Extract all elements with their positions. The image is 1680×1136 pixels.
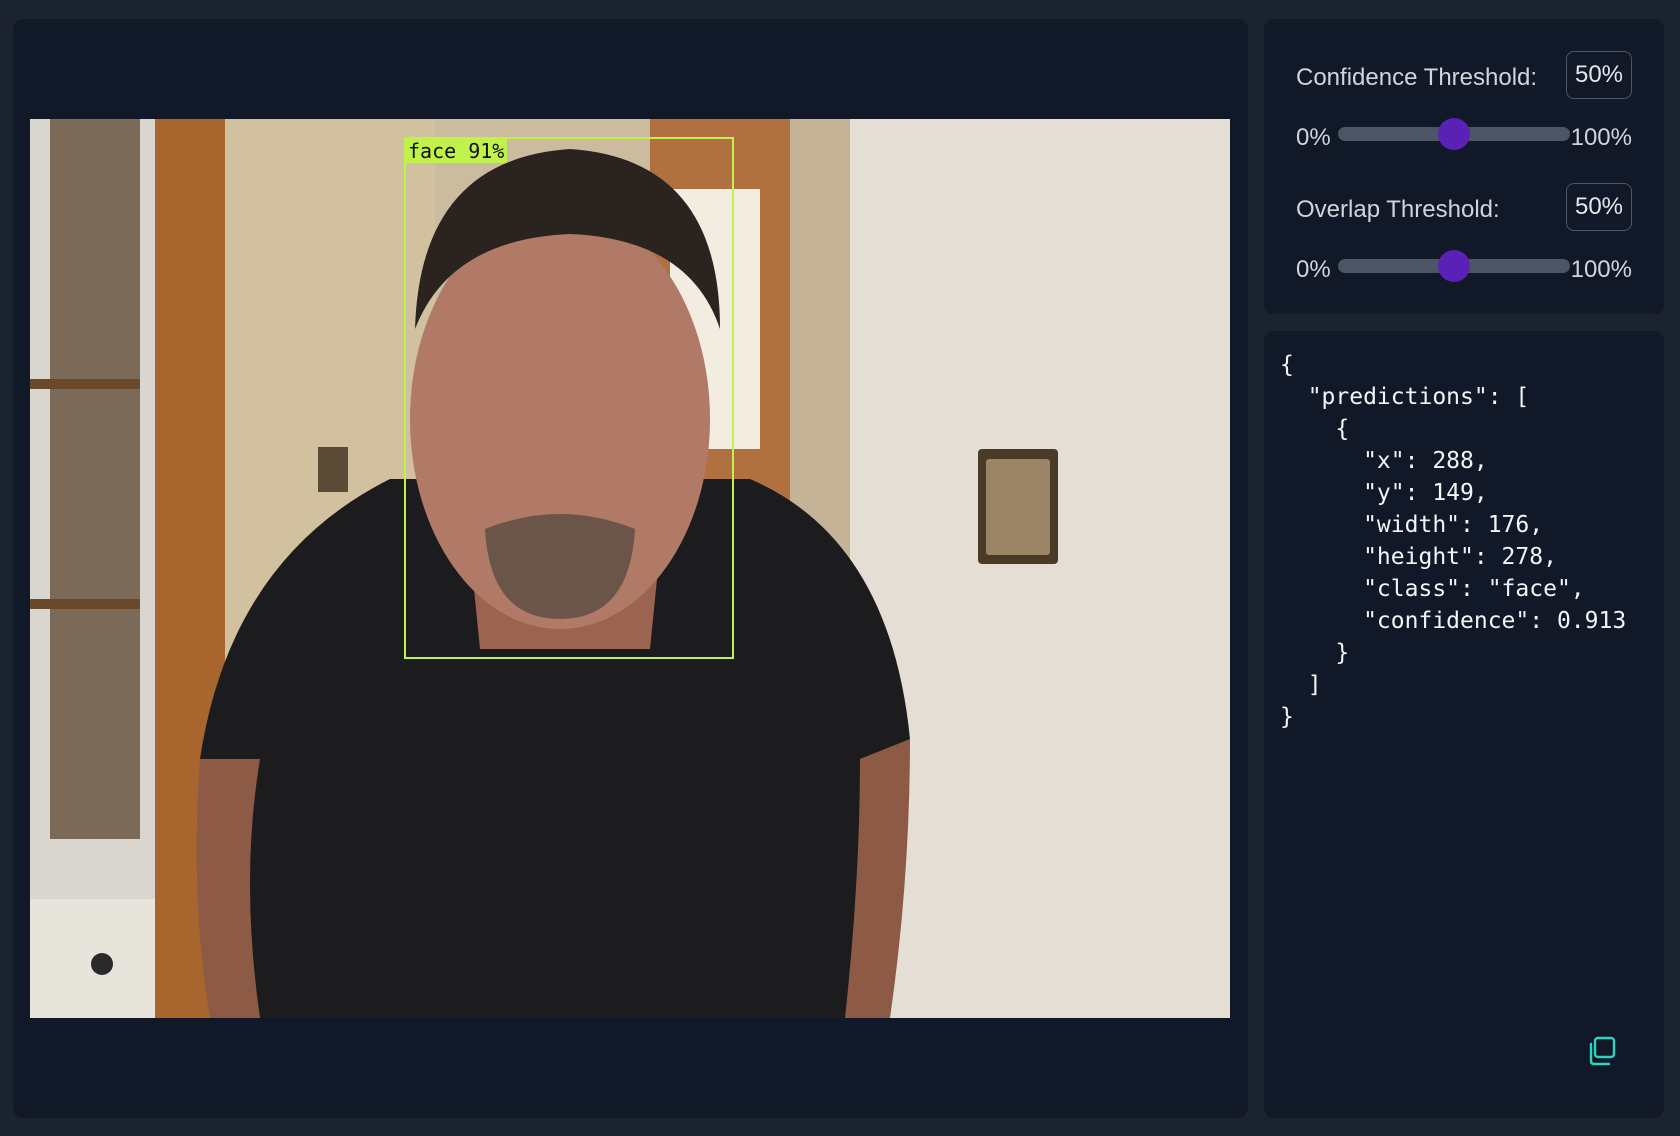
json-output-text: { "predictions": [ { "x": 288, "y": 149,… [1280,352,1627,730]
overlap-slider-min-label: 0% [1296,256,1331,283]
confidence-threshold-row: Confidence Threshold: 50% [1296,51,1632,103]
confidence-threshold-label: Confidence Threshold: [1296,64,1538,91]
confidence-slider-row: 0% 100% [1296,115,1632,155]
detection-label: face 91% [406,139,508,163]
overlap-slider-thumb[interactable] [1438,250,1470,282]
image-panel: face 91% [13,19,1248,1118]
overlap-threshold-value[interactable]: 50% [1566,183,1632,231]
detection-bounding-box: face 91% [404,137,734,659]
confidence-slider-track[interactable] [1338,118,1570,150]
inference-image: face 91% [30,119,1230,1018]
overlap-slider-row: 0% 100% [1296,247,1632,287]
json-output-panel: { "predictions": [ { "x": 288, "y": 149,… [1264,331,1664,1118]
overlap-slider-track[interactable] [1338,250,1570,282]
confidence-slider-min-label: 0% [1296,124,1331,151]
copy-icon[interactable] [1586,1035,1618,1067]
overlap-slider-max-label: 100% [1570,256,1632,283]
confidence-threshold-value[interactable]: 50% [1566,51,1632,99]
confidence-slider-max-label: 100% [1570,124,1632,151]
overlap-threshold-row: Overlap Threshold: 50% [1296,183,1632,235]
confidence-slider-thumb[interactable] [1438,118,1470,150]
controls-panel: Confidence Threshold: 50% 0% 100% Overla… [1264,19,1664,314]
overlap-threshold-label: Overlap Threshold: [1296,196,1500,223]
